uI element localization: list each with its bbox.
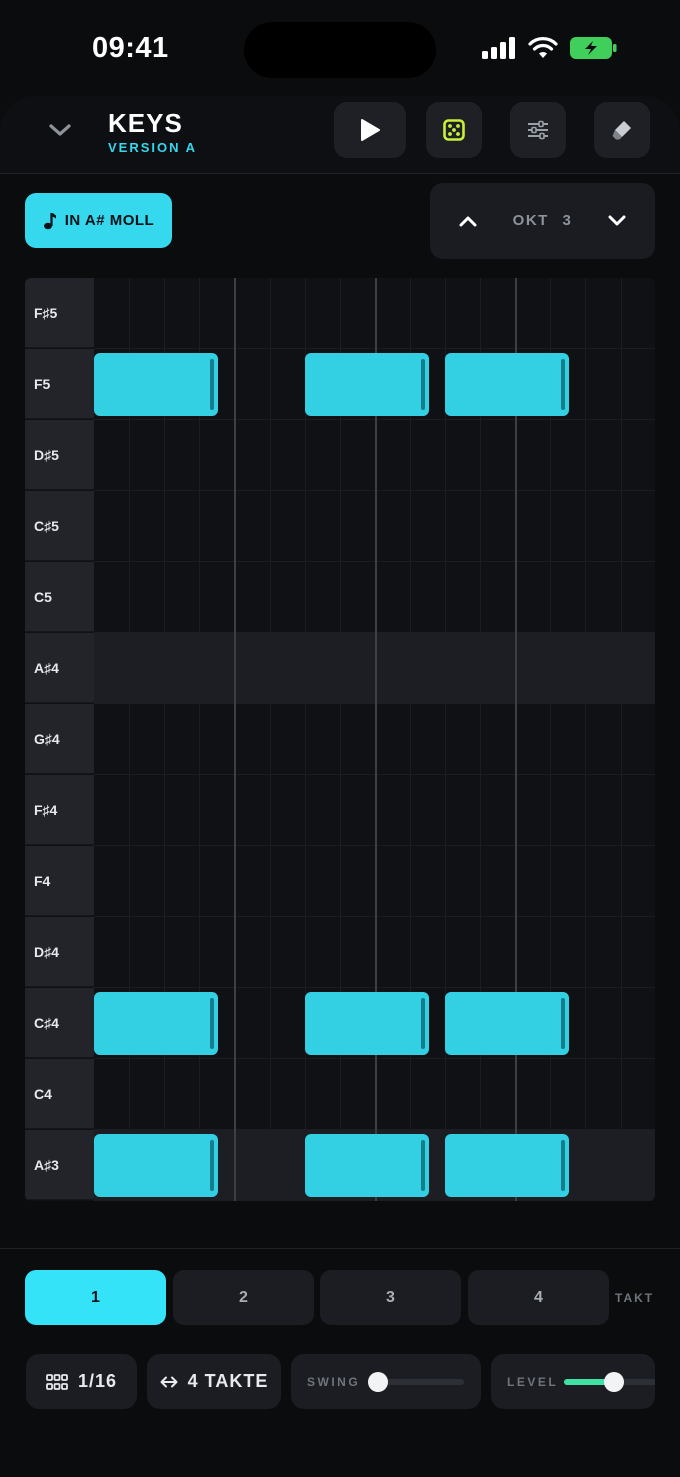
note-block[interactable] [445,353,569,416]
chevron-down-icon [49,124,71,136]
key-label[interactable]: A♯4 [25,633,94,703]
step-line [621,278,622,1201]
piano-roll: F♯5 F5 D♯5 C♯5 C5 A♯4 G♯4 F♯4 F4 D♯4 C♯4 C4 A♯3 [25,278,655,1201]
divider [0,1248,680,1249]
takt-4-button[interactable]: 4 [468,1270,609,1325]
instrument-title: KEYS [108,108,183,138]
takt-1-button[interactable]: 1 [25,1270,166,1325]
collapse-button[interactable] [40,110,80,150]
battery-icon [570,37,617,59]
takt-label: 3 [386,1288,395,1306]
key-label[interactable]: D♯5 [25,420,94,490]
note-block[interactable] [305,353,429,416]
key-label[interactable]: A♯3 [25,1130,94,1200]
note-block[interactable] [445,1134,569,1197]
scale-label: IN A# MOLL [64,212,155,229]
swing-control: SWING [291,1354,481,1409]
swing-label: SWING [307,1375,361,1389]
key-label[interactable]: F♯5 [25,278,94,348]
pattern-length-value: 4 TAKTE [187,1371,269,1391]
horizontal-arrows-icon [160,1376,178,1387]
header: KEYS VERSION A [0,96,680,174]
grid-icon [46,1373,68,1390]
step-line [164,278,165,1201]
octave-down-button[interactable] [597,201,637,241]
step-line [480,278,481,1201]
note-block[interactable] [305,992,429,1055]
clear-button[interactable] [594,102,650,158]
beat-line [515,278,517,1201]
key-column: F♯5 F5 D♯5 C♯5 C5 A♯4 G♯4 F♯4 F4 D♯4 C♯4 C4 A♯3 [25,278,94,1201]
swing-slider-thumb[interactable] [368,1372,388,1392]
level-label: LEVEL [507,1375,559,1389]
sliders-icon [528,120,548,140]
step-line [445,278,446,1201]
step-line [305,278,306,1201]
grid-resolution-value: 1/16 [77,1371,118,1391]
key-label[interactable]: D♯4 [25,917,94,987]
step-line [410,278,411,1201]
step-line [129,278,130,1201]
octave-value: 3 [562,212,573,229]
note-block[interactable] [445,992,569,1055]
status-time: 09:41 [92,32,169,64]
screen: 09:41 KEYS VERSION A IN A# MOLL OKT 3 F♯… [0,0,680,1477]
version-subtitle: VERSION A [108,140,198,155]
step-line [199,278,200,1201]
step-line [340,278,341,1201]
key-label[interactable]: C4 [25,1059,94,1129]
play-button[interactable] [334,102,406,158]
note-block[interactable] [305,1134,429,1197]
eraser-icon [612,121,631,140]
key-label[interactable]: G♯4 [25,704,94,774]
status-bar: 09:41 [0,0,680,100]
key-label[interactable]: F4 [25,846,94,916]
note-grid[interactable] [94,278,655,1201]
key-label[interactable]: F5 [25,349,94,419]
level-slider-thumb[interactable] [604,1372,624,1392]
chevron-down-icon [608,215,626,226]
status-icons [482,36,618,60]
octave-text: OKT [512,212,549,229]
randomize-button[interactable] [426,102,482,158]
note-block[interactable] [94,1134,218,1197]
key-label[interactable]: F♯4 [25,775,94,845]
title-block: KEYS VERSION A [108,108,197,155]
key-label[interactable]: C5 [25,562,94,632]
takt-3-button[interactable]: 3 [320,1270,461,1325]
key-label[interactable]: C♯4 [25,988,94,1058]
pattern-length-button[interactable]: 4 TAKTE [147,1354,281,1409]
settings-button[interactable] [510,102,566,158]
music-note-icon [43,212,56,229]
dynamic-island [244,22,436,78]
note-block[interactable] [94,992,218,1055]
key-label[interactable]: C♯5 [25,491,94,561]
signal-icon [482,37,515,59]
octave-selector: OKT 3 [430,183,655,259]
play-icon [361,119,380,141]
step-line [585,278,586,1201]
level-control: LEVEL [491,1354,655,1409]
takt-caption: TAKT [615,1291,655,1305]
beat-line [375,278,377,1201]
beat-line [234,278,236,1201]
wifi-icon [528,37,558,58]
takt-label: 1 [91,1288,100,1306]
step-line [550,278,551,1201]
takt-2-button[interactable]: 2 [173,1270,314,1325]
dice-icon [443,119,465,141]
note-block[interactable] [94,353,218,416]
scale-button[interactable]: IN A# MOLL [25,193,172,248]
takt-label: 2 [239,1288,248,1306]
step-line [270,278,271,1201]
takt-label: 4 [534,1288,543,1306]
grid-resolution-button[interactable]: 1/16 [26,1354,137,1409]
